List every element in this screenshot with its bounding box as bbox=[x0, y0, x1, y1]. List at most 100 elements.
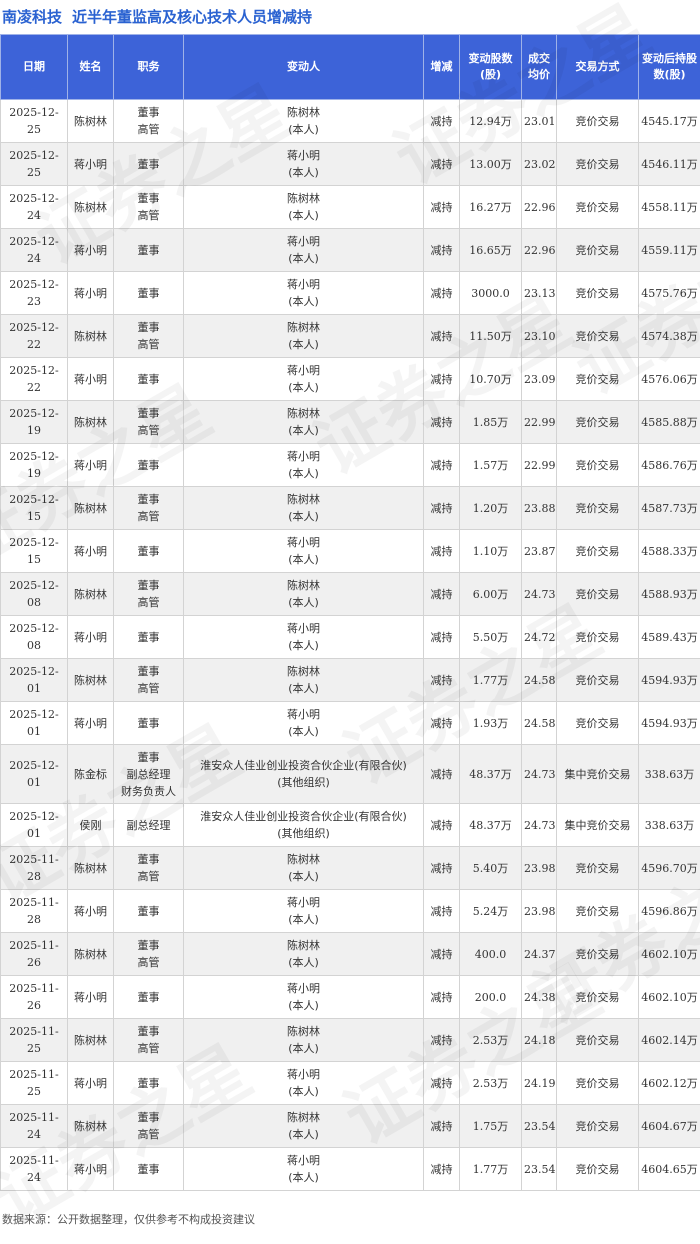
changer-cell: 蒋小明(本人) bbox=[184, 143, 424, 186]
direction-cell: 减持 bbox=[424, 143, 460, 186]
date-cell: 2025-12-25 bbox=[1, 143, 68, 186]
shares-after-cell: 4575.76万 bbox=[639, 272, 700, 315]
name-cell: 陈树林 bbox=[68, 315, 114, 358]
change-shares-cell: 1.77万 bbox=[460, 1148, 522, 1191]
avg-price-cell: 24.58 bbox=[522, 659, 557, 702]
change-shares-cell: 6.00万 bbox=[460, 573, 522, 616]
table-row: 2025-12-23蒋小明董事蒋小明(本人)减持3000.023.13竞价交易4… bbox=[1, 272, 700, 315]
changer-cell: 陈树林(本人) bbox=[184, 573, 424, 616]
date-cell: 2025-11-26 bbox=[1, 976, 68, 1019]
change-shares-cell: 5.40万 bbox=[460, 847, 522, 890]
date-cell: 2025-12-24 bbox=[1, 186, 68, 229]
change-shares-cell: 1.20万 bbox=[460, 487, 522, 530]
col-header-position: 职务 bbox=[114, 35, 184, 100]
table-row: 2025-12-24陈树林董事高管陈树林(本人)减持16.27万22.96竞价交… bbox=[1, 186, 700, 229]
direction-cell: 减持 bbox=[424, 1019, 460, 1062]
change-shares-cell: 1.75万 bbox=[460, 1105, 522, 1148]
change-shares-cell: 11.50万 bbox=[460, 315, 522, 358]
position-cell: 董事高管 bbox=[114, 847, 184, 890]
date-cell: 2025-11-26 bbox=[1, 933, 68, 976]
position-cell: 副总经理 bbox=[114, 804, 184, 847]
change-shares-cell: 1.77万 bbox=[460, 659, 522, 702]
col-header-method: 交易方式 bbox=[557, 35, 639, 100]
change-shares-cell: 1.93万 bbox=[460, 702, 522, 745]
table-row: 2025-12-01侯刚副总经理淮安众人佳业创业投资合伙企业(有限合伙)(其他组… bbox=[1, 804, 700, 847]
direction-cell: 减持 bbox=[424, 186, 460, 229]
shares-after-cell: 4545.17万 bbox=[639, 100, 700, 143]
shares-after-cell: 338.63万 bbox=[639, 745, 700, 804]
position-cell: 董事 bbox=[114, 616, 184, 659]
date-cell: 2025-11-28 bbox=[1, 890, 68, 933]
position-cell: 董事 bbox=[114, 229, 184, 272]
method-cell: 竞价交易 bbox=[557, 933, 639, 976]
avg-price-cell: 24.38 bbox=[522, 976, 557, 1019]
changer-cell: 蒋小明(本人) bbox=[184, 358, 424, 401]
shares-after-cell: 4558.11万 bbox=[639, 186, 700, 229]
direction-cell: 减持 bbox=[424, 933, 460, 976]
method-cell: 竞价交易 bbox=[557, 1105, 639, 1148]
shares-after-cell: 4596.86万 bbox=[639, 890, 700, 933]
table-row: 2025-12-19蒋小明董事蒋小明(本人)减持1.57万22.99竞价交易45… bbox=[1, 444, 700, 487]
position-cell: 董事 bbox=[114, 976, 184, 1019]
avg-price-cell: 24.73 bbox=[522, 573, 557, 616]
position-cell: 董事高管 bbox=[114, 1019, 184, 1062]
name-cell: 蒋小明 bbox=[68, 890, 114, 933]
col-header-direction: 增减 bbox=[424, 35, 460, 100]
position-cell: 董事高管 bbox=[114, 100, 184, 143]
table-row: 2025-12-08陈树林董事高管陈树林(本人)减持6.00万24.73竞价交易… bbox=[1, 573, 700, 616]
changer-cell: 蒋小明(本人) bbox=[184, 702, 424, 745]
shares-after-cell: 4588.93万 bbox=[639, 573, 700, 616]
change-shares-cell: 2.53万 bbox=[460, 1062, 522, 1105]
name-cell: 陈树林 bbox=[68, 573, 114, 616]
direction-cell: 减持 bbox=[424, 1148, 460, 1191]
change-shares-cell: 48.37万 bbox=[460, 804, 522, 847]
name-cell: 蒋小明 bbox=[68, 143, 114, 186]
avg-price-cell: 23.54 bbox=[522, 1105, 557, 1148]
direction-cell: 减持 bbox=[424, 315, 460, 358]
name-cell: 蒋小明 bbox=[68, 976, 114, 1019]
avg-price-cell: 24.18 bbox=[522, 1019, 557, 1062]
date-cell: 2025-12-01 bbox=[1, 745, 68, 804]
avg-price-cell: 23.87 bbox=[522, 530, 557, 573]
changer-cell: 蒋小明(本人) bbox=[184, 1148, 424, 1191]
name-cell: 陈树林 bbox=[68, 100, 114, 143]
name-cell: 陈树林 bbox=[68, 659, 114, 702]
change-shares-cell: 16.27万 bbox=[460, 186, 522, 229]
change-shares-cell: 2.53万 bbox=[460, 1019, 522, 1062]
avg-price-cell: 22.96 bbox=[522, 229, 557, 272]
method-cell: 竞价交易 bbox=[557, 401, 639, 444]
avg-price-cell: 24.37 bbox=[522, 933, 557, 976]
changer-cell: 蒋小明(本人) bbox=[184, 272, 424, 315]
avg-price-cell: 23.01 bbox=[522, 100, 557, 143]
changer-cell: 陈树林(本人) bbox=[184, 1105, 424, 1148]
date-cell: 2025-11-28 bbox=[1, 847, 68, 890]
method-cell: 竞价交易 bbox=[557, 444, 639, 487]
position-cell: 董事 bbox=[114, 530, 184, 573]
avg-price-cell: 23.13 bbox=[522, 272, 557, 315]
method-cell: 集中竞价交易 bbox=[557, 804, 639, 847]
table-row: 2025-12-01蒋小明董事蒋小明(本人)减持1.93万24.58竞价交易45… bbox=[1, 702, 700, 745]
date-cell: 2025-12-22 bbox=[1, 315, 68, 358]
date-cell: 2025-11-24 bbox=[1, 1148, 68, 1191]
shares-after-cell: 4587.73万 bbox=[639, 487, 700, 530]
source-note: 数据来源：公开数据整理，仅供参考不构成投资建议 bbox=[2, 1211, 255, 1227]
table-header-row: 日期 姓名 职务 变动人 增减 变动股数(股) 成交均价 交易方式 变动后持股数… bbox=[1, 35, 700, 100]
date-cell: 2025-12-24 bbox=[1, 229, 68, 272]
direction-cell: 减持 bbox=[424, 702, 460, 745]
date-cell: 2025-12-19 bbox=[1, 401, 68, 444]
avg-price-cell: 23.98 bbox=[522, 847, 557, 890]
method-cell: 竞价交易 bbox=[557, 358, 639, 401]
table-row: 2025-12-25蒋小明董事蒋小明(本人)减持13.00万23.02竞价交易4… bbox=[1, 143, 700, 186]
avg-price-cell: 22.96 bbox=[522, 186, 557, 229]
avg-price-cell: 23.09 bbox=[522, 358, 557, 401]
changer-cell: 蒋小明(本人) bbox=[184, 444, 424, 487]
changer-cell: 蒋小明(本人) bbox=[184, 530, 424, 573]
direction-cell: 减持 bbox=[424, 804, 460, 847]
shares-after-cell: 4602.12万 bbox=[639, 1062, 700, 1105]
shares-after-cell: 4576.06万 bbox=[639, 358, 700, 401]
direction-cell: 减持 bbox=[424, 229, 460, 272]
date-cell: 2025-12-19 bbox=[1, 444, 68, 487]
date-cell: 2025-11-24 bbox=[1, 1105, 68, 1148]
table-row: 2025-12-15蒋小明董事蒋小明(本人)减持1.10万23.87竞价交易45… bbox=[1, 530, 700, 573]
changer-cell: 蒋小明(本人) bbox=[184, 229, 424, 272]
